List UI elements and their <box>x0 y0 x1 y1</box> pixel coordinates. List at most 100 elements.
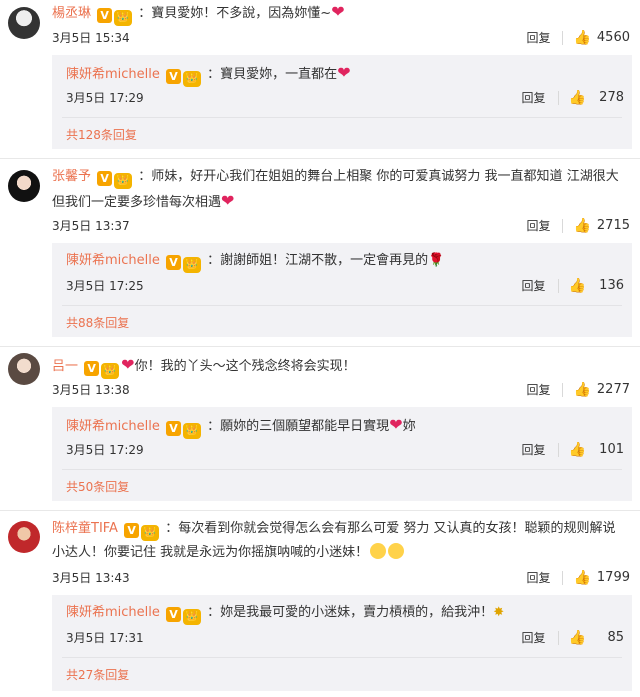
more-replies-link[interactable]: 共27条回复 <box>66 665 129 685</box>
divider <box>557 91 559 105</box>
like-count: 101 <box>599 442 624 457</box>
fan-medal-icon: 👑 <box>183 609 202 625</box>
reply-button[interactable]: 回复 <box>510 275 558 297</box>
comment-text: ：每次看到你就会觉得怎么会有那么可爱 努力 又认真的女孩！聪颖的规则解说 <box>165 521 616 536</box>
like-count: 278 <box>599 90 624 105</box>
divider <box>0 510 640 511</box>
verified-icon: V <box>124 523 140 538</box>
timestamp: 3月5日 13:38 <box>52 383 130 397</box>
fan-medal-icon: 👑 <box>114 173 133 189</box>
thumb-up-icon[interactable]: 👍 <box>573 27 590 49</box>
reply-button[interactable]: 回复 <box>510 87 558 109</box>
fan-medal-icon: 👑 <box>114 10 133 26</box>
thumb-up-icon[interactable]: 👍 <box>573 215 590 237</box>
username[interactable]: 楊丞琳 <box>52 6 91 21</box>
thumb-up-icon[interactable]: 👍 <box>569 439 586 461</box>
divider <box>557 443 559 457</box>
divider <box>562 219 564 233</box>
verified-icon: V <box>166 607 182 622</box>
divider <box>62 117 622 118</box>
reply-button[interactable]: 回复 <box>514 27 562 49</box>
reply-button[interactable]: 回复 <box>514 379 562 401</box>
more-replies-link[interactable]: 共50条回复 <box>66 477 129 497</box>
divider <box>0 158 640 159</box>
reply-text-line: 陳妍希michelle V 👑 ：謝謝師姐！江湖不散，一定會再見的🌹 <box>66 249 622 273</box>
rose-icon: 🌹 <box>428 253 445 268</box>
comment-text: 你！我的丫头～这个残念终将会实现！ <box>134 359 356 374</box>
reply-box: 陳妍希michelle V 👑 ：願妳的三個願望都能早日實現❤妳 3月5日 17:… <box>52 407 632 501</box>
reply-text-tail: 妳 <box>402 419 416 434</box>
timestamp: 3月5日 17:31 <box>66 631 144 645</box>
emoji-icon <box>388 543 405 559</box>
heart-icon: ❤ <box>337 63 351 82</box>
reply-box: 陳妍希michelle V 👑 ：妳是我最可愛的小迷妹，賣力槓槓的，給我沖！✸ 3… <box>52 595 632 691</box>
fan-medal-icon: 👑 <box>183 423 202 439</box>
reply-text: ：願妳的三個願望都能早日實現 <box>207 419 390 434</box>
avatar[interactable] <box>8 521 40 553</box>
timestamp: 3月5日 15:34 <box>52 31 130 45</box>
reply-username[interactable]: 陳妍希michelle <box>66 419 160 434</box>
comment-text-line-2: 但我们一定要多珍惜每次相遇❤ <box>52 189 630 215</box>
heart-icon: ❤ <box>221 191 235 210</box>
reply-username[interactable]: 陳妍希michelle <box>66 67 160 82</box>
verified-icon: V <box>97 8 113 23</box>
thumb-up-icon[interactable]: 👍 <box>573 379 590 401</box>
reply-box: 陳妍希michelle V 👑 ：謝謝師姐！江湖不散，一定會再見的🌹 3月5日 1… <box>52 243 632 337</box>
reply-meta: 3月5日 17:29 回复 👍 278 <box>66 87 624 109</box>
fan-medal-icon: 👑 <box>183 71 202 87</box>
emoji-icon <box>370 543 387 559</box>
reply-username[interactable]: 陳妍希michelle <box>66 253 160 268</box>
reply-button[interactable]: 回复 <box>514 215 562 237</box>
divider <box>562 383 564 397</box>
reply-button[interactable]: 回复 <box>510 439 558 461</box>
comment-text: ：师妹，好开心我们在姐姐的舞台上相聚 你的可爱真诚努力 我一直都知道 江湖很大 <box>138 169 619 184</box>
fan-medal-icon: 👑 <box>101 363 120 379</box>
verified-icon: V <box>166 69 182 84</box>
username[interactable]: 吕一 <box>52 359 78 374</box>
comment-text-line: 张馨予 V 👑 ：师妹，好开心我们在姐姐的舞台上相聚 你的可爱真诚努力 我一直都知… <box>52 165 630 189</box>
like-count: 2277 <box>596 382 630 397</box>
avatar[interactable] <box>8 353 40 385</box>
avatar[interactable] <box>8 170 40 202</box>
reply-meta: 3月5日 17:29 回复 👍 101 <box>66 439 624 461</box>
thumb-up-icon[interactable]: 👍 <box>569 275 586 297</box>
reply-meta: 3月5日 17:25 回复 👍 136 <box>66 275 624 297</box>
username[interactable]: 陈梓童TIFA <box>52 521 118 536</box>
reply-text: ：謝謝師姐！江湖不散，一定會再見的 <box>207 253 429 268</box>
comment-meta: 3月5日 13:38 回复 👍 2277 <box>52 379 630 401</box>
like-count: 1799 <box>596 570 630 585</box>
avatar[interactable] <box>8 7 40 39</box>
divider <box>62 657 622 658</box>
thumb-up-icon[interactable]: 👍 <box>569 627 586 649</box>
username[interactable]: 张馨予 <box>52 169 91 184</box>
timestamp: 3月5日 13:37 <box>52 219 130 233</box>
thumb-up-icon[interactable]: 👍 <box>573 567 590 589</box>
comment-text: 但我们一定要多珍惜每次相遇 <box>52 195 222 210</box>
comment-meta: 3月5日 13:43 回复 👍 1799 <box>52 567 630 589</box>
divider <box>0 346 640 347</box>
reply-text-line: 陳妍希michelle V 👑 ：妳是我最可愛的小迷妹，賣力槓槓的，給我沖！✸ <box>66 601 622 625</box>
like-count: 4560 <box>596 30 630 45</box>
verified-icon: V <box>84 361 100 376</box>
divider <box>562 31 564 45</box>
thumb-up-icon[interactable]: 👍 <box>569 87 586 109</box>
reply-text-line: 陳妍希michelle V 👑 ：寶貝愛妳，一直都在❤ <box>66 61 622 87</box>
reply-text: ：妳是我最可愛的小迷妹，賣力槓槓的，給我沖！ <box>207 605 494 620</box>
comment-text: 小达人！你要记住 我就是永远为你摇旗呐喊的小迷妹！ <box>52 545 369 560</box>
reply-text-line: 陳妍希michelle V 👑 ：願妳的三個願望都能早日實現❤妳 <box>66 413 622 439</box>
timestamp: 3月5日 17:29 <box>66 443 144 457</box>
comment-text-line-2: 小达人！你要记住 我就是永远为你摇旗呐喊的小迷妹！ <box>52 541 630 565</box>
verified-icon: V <box>166 421 182 436</box>
reply-text: ：寶貝愛妳，一直都在 <box>207 67 338 82</box>
comment-meta: 3月5日 15:34 回复 👍 4560 <box>52 27 630 49</box>
more-replies-link[interactable]: 共88条回复 <box>66 313 129 333</box>
verified-icon: V <box>97 171 113 186</box>
more-replies-link[interactable]: 共128条回复 <box>66 125 137 145</box>
comment-text-line: 楊丞琳 V 👑 ：寶貝愛妳！不多說，因為妳懂~❤ <box>52 0 630 26</box>
reply-button[interactable]: 回复 <box>510 627 558 649</box>
reply-button[interactable]: 回复 <box>514 567 562 589</box>
divider <box>557 631 559 645</box>
timestamp: 3月5日 17:25 <box>66 279 144 293</box>
reply-meta: 3月5日 17:31 回复 👍 85 <box>66 627 624 649</box>
reply-username[interactable]: 陳妍希michelle <box>66 605 160 620</box>
